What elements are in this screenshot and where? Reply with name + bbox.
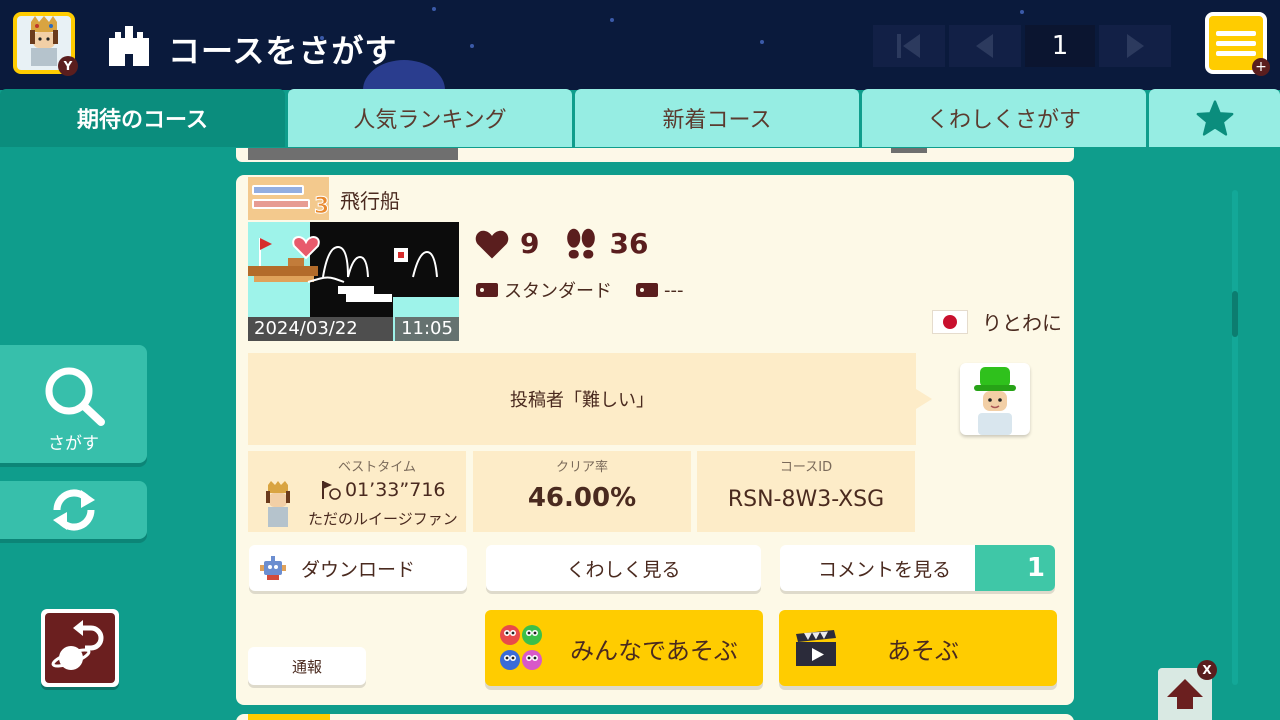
heart-icon (475, 230, 509, 259)
upload-time: 11:05 (395, 317, 459, 341)
scrollbar-track[interactable] (1232, 190, 1238, 685)
speech-pointer (916, 389, 932, 409)
course-id-value: RSN-8W3-XSG (727, 487, 885, 512)
menu-icon-bar (1216, 50, 1256, 56)
best-time-value: 01’33”716 (320, 479, 446, 501)
mii-avatar (974, 367, 1016, 435)
course-stats: 9 36 (474, 227, 648, 260)
goal-flag-icon (322, 481, 341, 500)
course-title: 飛行船 (340, 189, 400, 213)
next-page-button[interactable] (1099, 25, 1171, 67)
svg-text:3: 3 (314, 194, 329, 219)
star-decoration (610, 18, 614, 22)
search-label: さがす (48, 434, 99, 454)
course-tags: スタンダード --- (476, 277, 684, 303)
best-time-text: 01’33”716 (345, 479, 446, 501)
player-avatar-icon (266, 481, 290, 527)
tab-expected-courses[interactable]: 期待のコース (0, 89, 285, 147)
view-details-button[interactable]: くわしく見る (486, 545, 761, 591)
search-icon (45, 367, 105, 426)
refresh-icon (52, 489, 95, 531)
clear-rate-value: 46.00% (527, 483, 637, 513)
tag-icon (476, 283, 498, 297)
next-page-icon (1127, 34, 1144, 58)
best-time-box: ベストタイム 01’33”716 ただのルイージファン (248, 451, 466, 532)
first-page-button[interactable] (873, 25, 945, 67)
clear-rate-box: クリア率 46.00% (473, 451, 691, 532)
scrollbar-thumb[interactable] (1232, 291, 1238, 337)
tab-detailed-search[interactable]: くわしくさがす (862, 89, 1146, 147)
tag-primary: スタンダード (504, 281, 612, 302)
previous-course-card[interactable] (236, 148, 1074, 162)
best-time-label: ベストタイム (337, 460, 416, 475)
refresh-button[interactable] (0, 481, 147, 539)
download-label: ダウンロード (300, 558, 415, 581)
course-id-label: コースID (779, 460, 833, 475)
prev-page-icon (976, 34, 993, 58)
players-icon (500, 625, 542, 670)
menu-icon-bar (1216, 30, 1256, 36)
likes-count: 9 (520, 227, 540, 260)
upload-date: 2024/03/22 (248, 317, 393, 341)
view-comments-button[interactable]: コメントを見る 1 (780, 545, 1055, 591)
next-card-style-tag (248, 714, 330, 720)
page-title: コースをさがす (168, 32, 398, 70)
previous-card-detail (891, 148, 927, 153)
best-time-player: ただのルイージファン (308, 510, 458, 528)
y-button-badge: Y (58, 56, 78, 76)
pager: 1 (873, 25, 1171, 67)
tab-bar: 期待のコース 人気ランキング 新着コース くわしくさがす (0, 89, 1280, 147)
multiplayer-button[interactable]: みんなであそぶ (485, 610, 763, 686)
star-decoration (760, 40, 764, 44)
star-decoration (1020, 10, 1024, 14)
multiplayer-label: みんなであそぶ (570, 636, 738, 665)
report-button[interactable]: 通報 (248, 647, 366, 685)
play-label: あそぶ (887, 636, 959, 665)
comment-count-badge: 1 (975, 545, 1055, 591)
menu-icon-bar (1216, 40, 1256, 46)
clapperboard-icon (796, 630, 836, 666)
japan-flag-icon (932, 309, 968, 334)
creator-name: りとわに (982, 311, 1062, 335)
tag-icon (636, 283, 658, 297)
back-planet-icon (51, 620, 104, 670)
smb3-logo-icon: 3 (248, 177, 330, 220)
back-button[interactable] (41, 609, 119, 687)
robot-icon (260, 556, 286, 580)
first-page-icon (897, 34, 920, 58)
course-id-box: コースID RSN-8W3-XSG (697, 451, 915, 532)
creator-info[interactable]: りとわに (932, 307, 1062, 336)
comments-label: コメントを見る (818, 558, 952, 581)
tag-secondary: --- (664, 279, 684, 301)
tab-popular-ranking[interactable]: 人気ランキング (288, 89, 572, 147)
course-card: 3 飛行船 2024/03/22 11:05 9 36 スタンダード --- り… (236, 175, 1074, 705)
play-button[interactable]: あそぶ (779, 610, 1057, 686)
course-thumbnail[interactable]: 2024/03/22 11:05 (248, 222, 459, 341)
tab-favorites[interactable] (1149, 89, 1280, 147)
plus-button-badge: + (1252, 58, 1270, 76)
creator-mii-avatar[interactable] (960, 363, 1030, 435)
page-number: 1 (1025, 25, 1095, 67)
prev-page-button[interactable] (949, 25, 1021, 67)
up-arrow-icon (1167, 679, 1203, 709)
download-button[interactable]: ダウンロード (249, 545, 467, 591)
tab-new-courses[interactable]: 新着コース (575, 89, 859, 147)
star-decoration (432, 7, 436, 11)
next-course-card[interactable] (236, 714, 1074, 720)
clear-rate-label: クリア率 (555, 460, 608, 475)
plays-count: 36 (609, 227, 649, 260)
previous-card-date-strip (248, 148, 458, 160)
castle-icon (109, 26, 149, 66)
x-button-badge: X (1197, 660, 1217, 680)
footprints-icon (567, 228, 596, 259)
search-button[interactable]: さがす (0, 345, 147, 463)
star-decoration (470, 44, 474, 48)
game-style-logo: 3 (248, 177, 330, 220)
star-icon (1196, 100, 1233, 136)
course-description: 投稿者「難しい」 (248, 353, 916, 445)
top-bar: Y コースをさがす 1 + (0, 0, 1280, 90)
